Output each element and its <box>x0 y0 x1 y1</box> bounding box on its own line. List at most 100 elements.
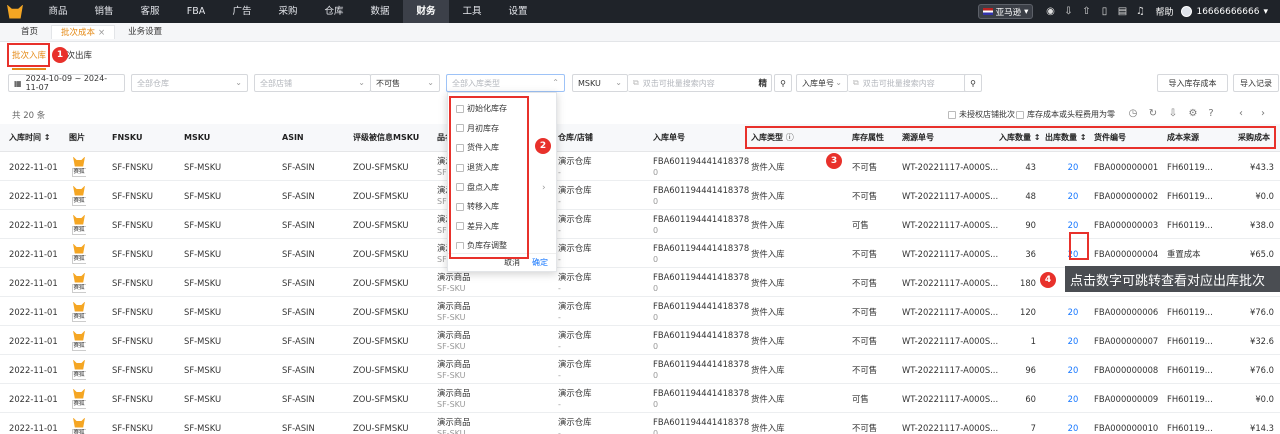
cell-value: WT-20221117-A000S... <box>902 219 999 230</box>
search-button[interactable]: ⚲ <box>774 74 792 92</box>
nav-item-8[interactable]: 财务 <box>403 0 449 23</box>
clipboard-icon[interactable]: ▤ <box>1113 0 1131 23</box>
cell-out-qty[interactable]: 20 <box>1062 384 1084 413</box>
refresh-icon[interactable]: ↻ <box>1146 106 1160 120</box>
sellable-select[interactable]: 不可售 ⌄ <box>370 74 440 92</box>
prev-page-icon[interactable]: ‹ <box>1234 106 1248 120</box>
cell-value[interactable]: 20 <box>1068 336 1079 346</box>
import-cost-button[interactable]: 导入库存成本 <box>1157 74 1228 92</box>
nav-item-1[interactable]: 销售 <box>81 0 127 23</box>
cell-out-qty[interactable]: 20 <box>1062 152 1084 181</box>
cell-store: 演示仓库 - <box>558 355 592 384</box>
dropdown-option[interactable]: 负库存调整 <box>448 236 546 249</box>
nav-item-5[interactable]: 采购 <box>265 0 311 23</box>
cell-value[interactable]: 20 <box>1068 423 1079 433</box>
dropdown-option[interactable]: 差异入库 <box>448 217 546 237</box>
site-selector[interactable]: 亚马逊 ▾ <box>977 4 1034 19</box>
cell-value[interactable]: 20 <box>1068 191 1079 201</box>
cell-value: 货件入库 <box>751 335 785 346</box>
exact-toggle[interactable]: 精 <box>758 77 767 89</box>
cell-value[interactable]: 20 <box>1068 162 1079 172</box>
dropdown-cancel-button[interactable]: 取消 <box>504 257 520 268</box>
cell-value[interactable]: 20 <box>1068 365 1079 375</box>
close-icon[interactable]: × <box>98 28 105 38</box>
checkbox[interactable] <box>456 143 464 152</box>
user-menu[interactable]: 16666666666 ▾ <box>1181 6 1268 17</box>
nav-item-0[interactable]: 商品 <box>35 0 81 23</box>
coin-icon[interactable]: ◉ <box>1041 0 1059 23</box>
search-button[interactable]: ⚲ <box>964 74 982 92</box>
dropdown-option[interactable]: 月初库存 <box>448 119 546 139</box>
nav-item-10[interactable]: 设置 <box>495 0 541 23</box>
order-search-input[interactable]: ⧉ 双击可批量搜索内容 <box>848 74 972 92</box>
dropdown-option[interactable]: 初始化库存 <box>448 99 546 119</box>
help-circle-icon[interactable]: ⓘ <box>786 133 794 142</box>
checkbox[interactable] <box>456 222 464 231</box>
dropdown-confirm-button[interactable]: 确定 <box>532 257 548 268</box>
inbound-type-select[interactable]: 全部入库类型 ⌃ <box>446 74 565 92</box>
nav-item-6[interactable]: 仓库 <box>311 0 357 23</box>
history-icon[interactable]: ◷ <box>1126 106 1140 120</box>
cell-out-qty[interactable]: 20 <box>1062 181 1084 210</box>
dropdown-option[interactable]: 盘点入库 <box>448 177 546 197</box>
cell-out-qty[interactable]: 20 <box>1062 239 1084 268</box>
msku-search-input[interactable]: ⧉ 双击可批量搜索内容 精 <box>628 74 772 92</box>
date-range-value: 2024-10-09 ~ 2024-11-07 <box>25 74 108 92</box>
cell-secondary: - <box>558 428 561 434</box>
nav-item-4[interactable]: 广告 <box>219 0 265 23</box>
cell-value[interactable]: 20 <box>1068 394 1079 404</box>
help-link[interactable]: 帮助 <box>1155 5 1173 18</box>
settings-icon[interactable]: ⚙ <box>1186 106 1200 120</box>
cell-out-qty[interactable]: 20 <box>1062 326 1084 355</box>
cell-out-qty[interactable]: 20 <box>1062 355 1084 384</box>
nav-item-9[interactable]: 工具 <box>449 0 495 23</box>
nav-item-3[interactable]: FBA <box>173 0 219 23</box>
download-icon[interactable]: ⇩ <box>1166 106 1180 120</box>
col-inbound-time[interactable]: 入库时间 ↕ <box>9 124 51 152</box>
next-page-icon[interactable]: › <box>1256 106 1270 120</box>
nav-item-2[interactable]: 客服 <box>127 0 173 23</box>
dropdown-option[interactable]: 转移入库 <box>448 197 546 217</box>
checkbox <box>1016 110 1024 119</box>
cell-out-qty[interactable]: 20 <box>1062 210 1084 239</box>
checkbox[interactable] <box>456 241 464 249</box>
checkbox[interactable] <box>456 183 464 192</box>
page-tab-1[interactable]: 批次成本 × <box>51 25 116 39</box>
cell-value[interactable]: 20 <box>1068 220 1079 230</box>
cell-value[interactable]: 20 <box>1068 307 1079 317</box>
site-label: 亚马逊 <box>995 7 1022 18</box>
col-inbound-qty[interactable]: 入库数量 ↕ <box>999 124 1041 152</box>
upload-icon[interactable]: ⇧ <box>1077 0 1095 23</box>
cell-out-qty[interactable]: 20 <box>1062 413 1084 434</box>
zero-cost-checkbox[interactable]: 库存成本或头程费用为零 <box>1016 109 1115 120</box>
subtab-0[interactable]: 批次入库 <box>12 49 47 70</box>
msku-field-select[interactable]: MSKU ⌄ <box>572 74 628 92</box>
dropdown-option[interactable]: 退货入库 <box>448 158 546 178</box>
date-range-picker[interactable]: ▦ 2024-10-09 ~ 2024-11-07 <box>8 74 125 92</box>
cell-attr: 不可售 <box>852 152 877 181</box>
checkbox[interactable] <box>456 104 464 113</box>
app-logo[interactable] <box>0 0 30 23</box>
cell-type: 货件入库 <box>751 326 785 355</box>
help-icon[interactable]: ? <box>1204 106 1218 120</box>
checkbox[interactable] <box>456 163 464 172</box>
mobile-icon[interactable]: ▯ <box>1095 0 1113 23</box>
checkbox[interactable] <box>456 124 464 133</box>
page-tab-0[interactable]: 首页 <box>12 25 47 39</box>
import-record-button[interactable]: 导入记录 <box>1233 74 1279 92</box>
checkbox[interactable] <box>456 202 464 211</box>
product-image-text: 赛狐 <box>72 370 86 380</box>
unauthorized-batch-checkbox[interactable]: 未授权店铺批次 <box>948 109 1015 120</box>
cell-out-qty[interactable]: 20 <box>1062 297 1084 326</box>
dropdown-option[interactable]: 货件入库 <box>448 138 546 158</box>
col-outbound-qty[interactable]: 出库数量 ↕ <box>1045 124 1087 152</box>
order-field-select[interactable]: 入库单号 ⌄ <box>796 74 848 92</box>
store-select[interactable]: 全部店铺 ⌄ <box>254 74 371 92</box>
page-tab-2[interactable]: 业务设置 <box>119 25 171 39</box>
cell-in-qty: 48 <box>990 181 1036 210</box>
nav-item-7[interactable]: 数据 <box>357 0 403 23</box>
bell-icon[interactable]: ♫ <box>1131 0 1149 23</box>
cell-value[interactable]: 20 <box>1068 249 1079 259</box>
download-icon[interactable]: ⇩ <box>1059 0 1077 23</box>
warehouse-select[interactable]: 全部仓库 ⌄ <box>131 74 248 92</box>
